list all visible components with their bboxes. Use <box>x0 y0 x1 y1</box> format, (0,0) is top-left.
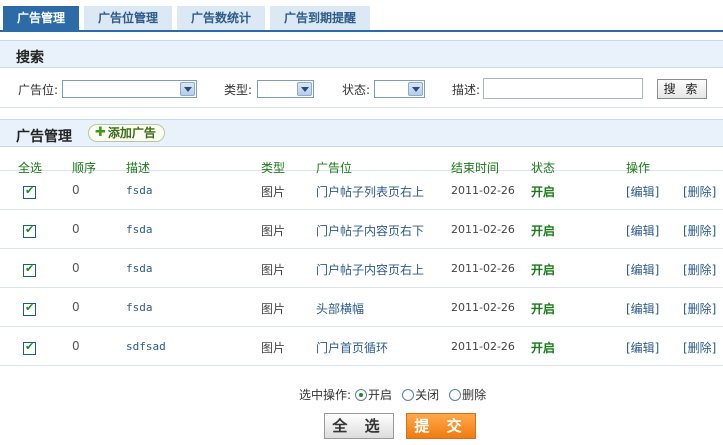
radio-disable[interactable] <box>402 388 415 401</box>
radio-enable[interactable] <box>355 388 368 401</box>
search-row: 广告位: 类型: 状态: 描述: 搜 索 <box>0 74 723 108</box>
row-type: 图片 <box>261 185 286 199</box>
table-row: 0 fsda 图片 门户帖子列表页右上 2011-02-26 开启 [编辑] [… <box>0 171 723 210</box>
add-ad-label: 添加广告 <box>107 126 156 140</box>
radio-disable-label[interactable]: 关闭 <box>415 386 439 403</box>
ad-management-title: 广告管理 <box>16 129 72 145</box>
plus-icon: ✚ <box>95 125 106 140</box>
row-type: 图片 <box>261 341 286 355</box>
row-type: 图片 <box>261 224 286 238</box>
ad-table: 全选 顺序 描述 类型 广告位 结束时间 状态 操作 0 fsda 图片 门户帖… <box>0 147 723 366</box>
delete-link[interactable]: [删除] <box>683 300 716 317</box>
radio-enable-label[interactable]: 开启 <box>368 386 392 403</box>
type-label: 类型: <box>224 83 253 97</box>
search-button[interactable]: 搜 索 <box>657 79 707 99</box>
row-position: 头部横幅 <box>316 302 365 316</box>
row-status: 开启 <box>531 224 556 238</box>
bulk-ops-label: 选中操作: <box>299 388 352 402</box>
row-end-time: 2011-02-26 <box>451 184 515 197</box>
row-position: 门户首页循环 <box>316 341 389 355</box>
bulk-operations: 选中操作: 开启 关闭 删除 <box>299 386 492 403</box>
row-end-time: 2011-02-26 <box>451 262 515 275</box>
row-description: fsda <box>126 301 153 314</box>
edit-link[interactable]: [编辑] <box>626 339 659 356</box>
table-row: 0 fsda 图片 头部横幅 2011-02-26 开启 [编辑] [删除] <box>0 288 723 327</box>
edit-link[interactable]: [编辑] <box>626 183 659 200</box>
ad-management-header: 广告管理 ✚ 添加广告 <box>0 119 723 147</box>
chevron-down-icon <box>408 82 423 96</box>
submit-button[interactable]: 提 交 <box>406 413 476 439</box>
row-checkbox[interactable] <box>23 184 36 199</box>
radio-delete-label[interactable]: 删除 <box>462 386 486 403</box>
edit-link[interactable]: [编辑] <box>626 261 659 278</box>
row-status: 开启 <box>531 185 556 199</box>
tab-ad-position-management[interactable]: 广告位管理 <box>84 6 173 30</box>
search-section-header: 搜索 <box>0 40 723 68</box>
edit-link[interactable]: [编辑] <box>626 300 659 317</box>
position-select[interactable] <box>62 80 197 98</box>
tab-ad-expiry-reminder[interactable]: 广告到期提醒 <box>270 6 371 30</box>
row-position: 门户帖子内容页右上 <box>316 263 425 277</box>
radio-delete[interactable] <box>449 388 462 401</box>
delete-link[interactable]: [删除] <box>683 339 716 356</box>
row-checkbox[interactable] <box>23 262 36 277</box>
row-type: 图片 <box>261 302 286 316</box>
row-status: 开启 <box>531 302 556 316</box>
chevron-down-icon <box>180 82 195 96</box>
add-ad-button[interactable]: ✚ 添加广告 <box>88 124 165 142</box>
tab-bar: 广告管理 广告位管理 广告数统计 广告到期提醒 <box>3 6 375 30</box>
row-checkbox[interactable] <box>23 340 36 355</box>
desc-label: 描述: <box>452 83 481 97</box>
row-order: 0 <box>72 261 80 275</box>
row-description: fsda <box>126 223 153 236</box>
row-end-time: 2011-02-26 <box>451 223 515 236</box>
tab-ad-statistics[interactable]: 广告数统计 <box>177 6 266 30</box>
row-status: 开启 <box>531 263 556 277</box>
table-row: 0 sdfsad 图片 门户首页循环 2011-02-26 开启 [编辑] [删… <box>0 327 723 366</box>
desc-input[interactable] <box>483 78 643 99</box>
delete-link[interactable]: [删除] <box>683 183 716 200</box>
edit-link[interactable]: [编辑] <box>626 222 659 239</box>
row-description: fsda <box>126 262 153 275</box>
table-header-row: 全选 顺序 描述 类型 广告位 结束时间 状态 操作 <box>0 147 723 175</box>
row-description: fsda <box>126 184 153 197</box>
status-select[interactable] <box>374 80 425 98</box>
row-order: 0 <box>72 222 80 236</box>
position-label: 广告位: <box>18 83 59 97</box>
row-checkbox[interactable] <box>23 223 36 238</box>
chevron-down-icon <box>297 82 312 96</box>
row-status: 开启 <box>531 341 556 355</box>
row-checkbox[interactable] <box>23 301 36 316</box>
row-order: 0 <box>72 339 80 353</box>
table-row: 0 fsda 图片 门户帖子内容页右下 2011-02-26 开启 [编辑] [… <box>0 210 723 249</box>
delete-link[interactable]: [删除] <box>683 261 716 278</box>
type-select[interactable] <box>257 80 314 98</box>
row-position: 门户帖子列表页右上 <box>316 185 425 199</box>
search-title: 搜索 <box>16 50 44 66</box>
tab-underline <box>0 30 723 32</box>
row-type: 图片 <box>261 263 286 277</box>
select-all-button[interactable]: 全 选 <box>324 413 394 439</box>
row-order: 0 <box>72 183 80 197</box>
tab-ad-management[interactable]: 广告管理 <box>3 6 80 30</box>
status-label: 状态: <box>342 83 371 97</box>
row-end-time: 2011-02-26 <box>451 340 515 353</box>
row-description: sdfsad <box>126 340 166 353</box>
row-order: 0 <box>72 300 80 314</box>
row-position: 门户帖子内容页右下 <box>316 224 425 238</box>
delete-link[interactable]: [删除] <box>683 222 716 239</box>
row-end-time: 2011-02-26 <box>451 301 515 314</box>
table-row: 0 fsda 图片 门户帖子内容页右上 2011-02-26 开启 [编辑] [… <box>0 249 723 288</box>
